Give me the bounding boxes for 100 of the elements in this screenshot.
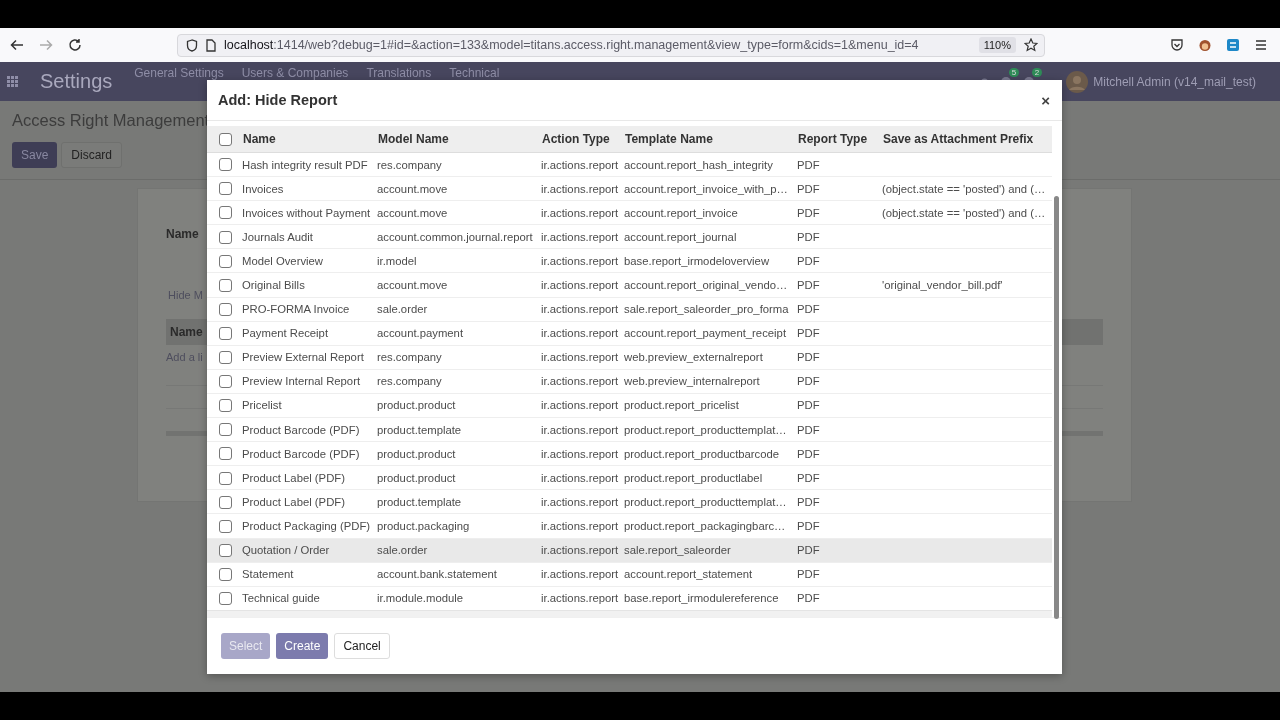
table-cell: PDF [797,592,820,605]
table-cell: account.move [377,279,448,291]
table-cell: product.product [377,471,456,484]
address-bar[interactable]: localhost:1414/web?debug=1#id=&action=133&model=titans.access.right.management&view_type=form&cids=1&menu_id=4 110% [177,33,1045,57]
table-cell: PDF [797,182,820,195]
table-row[interactable]: Product Label (PDF) product.product ir.actions.report product.report_productlabel PDF [207,465,1052,490]
table-row[interactable]: Pricelist product.product ir.actions.report product.report_pricelist PDF [207,393,1052,418]
table-row[interactable]: Preview External Report res.company ir.actions.report web.preview_externalreport PDF [207,345,1052,370]
table-cell: PDF [797,254,820,267]
table-cell: product.report_productlabel [624,471,763,484]
table-cell: Payment Receipt [242,327,329,340]
table-cell: Original Bills [242,279,305,291]
table-row[interactable]: Journals Audit account.common.journal.report ir.actions.report account.report_journal PDF [207,224,1052,249]
column-header[interactable]: Name [237,126,372,153]
table-cell: ir.actions.report [541,375,619,388]
table-cell: (object.state == 'posted') and (… [882,206,1046,219]
cancel-button[interactable]: Cancel [334,633,390,659]
column-header[interactable]: Template Name [619,126,792,153]
table-row[interactable]: Quotation / Order sale.order ir.actions.report sale.report_saleorder PDF [207,538,1052,563]
table-cell: PRO-FORMA Invoice [242,303,350,316]
table-cell: ir.actions.report [541,519,619,532]
discard-button[interactable]: Discard [61,142,123,168]
table-cell: product.product [377,447,456,460]
table-row[interactable]: Invoices account.move ir.actions.report account.report_invoice_with_p… PDF (object.state == 'posted') and (… [207,176,1052,201]
table-row[interactable]: Model Overview ir.model ir.actions.report base.report_irmodeloverview PDF [207,248,1052,273]
table-cell: product.report_packagingbarc… [624,519,786,532]
table-cell: ir.module.module [377,592,464,605]
zoom-level[interactable]: 110% [978,37,1016,53]
breadcrumb: Access Right Management [12,111,211,130]
table-row[interactable]: Product Label (PDF) product.template ir.actions.report product.report_producttemplat… PDF [207,489,1052,514]
table-cell: PDF [797,327,820,340]
table-cell: product.report_productbarcode [624,447,780,460]
table-cell: PDF [797,158,820,171]
table-cell: account.report_payment_receipt [624,327,787,340]
table-cell: product.template [377,423,462,436]
table-row[interactable]: PRO-FORMA Invoice sale.order ir.actions.report sale.report_saleorder_pro_forma PDF [207,297,1052,322]
table-cell: Invoices [242,182,284,195]
table-cell: PDF [797,423,820,436]
table-cell: PDF [797,399,820,412]
table-cell: base.report_irmodulereference [624,592,779,605]
table-row[interactable]: Technical guide ir.module.module ir.actions.report base.report_irmodulereference PDF [207,586,1052,610]
table-cell: Journals Audit [242,230,313,243]
close-button[interactable]: × [1039,91,1052,109]
table-row[interactable]: Statement account.bank.statement ir.actions.report account.report_statement PDF [207,562,1052,587]
table-cell: Preview External Report [242,351,364,364]
table-cell: ir.actions.report [541,182,619,195]
table-cell: ir.actions.report [541,158,619,171]
table-cell: Hash integrity result PDF [242,158,368,171]
table-cell: ir.actions.report [541,447,619,460]
table-cell: account.report_statement [624,568,753,581]
table-row[interactable]: Preview Internal Report res.company ir.actions.report web.preview_internalreport PDF [207,369,1052,394]
table-cell: Product Barcode (PDF) [242,447,360,460]
table-cell: PDF [797,471,820,484]
column-header[interactable]: Save as Attachment Prefix [877,126,1052,153]
table-cell: sale.report_saleorder [624,544,731,557]
table-cell: ir.actions.report [541,544,619,557]
table-row[interactable]: Product Packaging (PDF) product.packaging ir.actions.report product.report_packagingbarc… PDF [207,513,1052,538]
table-cell: ir.model [377,254,417,267]
table-cell: account.payment [377,327,464,340]
create-button[interactable]: Create [276,633,329,659]
table-cell: res.company [377,351,442,364]
table-row[interactable]: Invoices without Payment account.move ir.actions.report account.report_invoice PDF (object.state == 'posted') and (… [207,200,1052,225]
table-cell: PDF [797,447,820,460]
table-cell: account.report_hash_integrity [624,158,773,171]
field-label: Name [166,227,199,241]
column-header[interactable]: Action Type [536,126,619,153]
table-cell: ir.actions.report [541,230,619,243]
table-cell: account.bank.statement [377,568,497,581]
table-cell: base.report_irmodeloverview [624,254,770,267]
table-cell: PDF [797,279,820,291]
table-cell: account.report_journal [624,230,737,243]
table-cell: web.preview_externalreport [624,351,763,364]
table-cell: (object.state == 'posted') and (… [882,182,1046,195]
table-row[interactable]: Product Barcode (PDF) product.template ir.actions.report product.report_producttemplat… PDF [207,417,1052,442]
table-row[interactable]: Product Barcode (PDF) product.product ir.actions.report product.report_productbarcode PDF [207,441,1052,466]
table-row[interactable]: Original Bills account.move ir.actions.report account.report_original_vendo… PDF 'original_vendor_bill.pdf' [207,272,1052,298]
table-cell: Pricelist [242,399,282,412]
table-row[interactable]: Payment Receipt account.payment ir.actions.report account.report_payment_receipt PDF [207,321,1052,346]
url-text: localhost:1414/web?debug=1#id=&action=133&model=titans.access.right.management&view_type=form&cids=1&menu_id=4 [224,38,920,52]
table-cell: PDF [797,206,820,219]
table-cell: PDF [797,303,820,316]
table-cell: Product Barcode (PDF) [242,423,360,436]
table-cell: Statement [242,568,294,581]
table-cell: sale.report_saleorder_pro_forma [624,303,789,316]
column-header[interactable]: Report Type [792,126,877,153]
table-cell: sale.order [377,303,428,316]
user-name[interactable]: Mitchell Admin (v14_mail_test) [1093,74,1256,89]
table-row[interactable]: Hash integrity result PDF res.company ir.actions.report account.report_hash_integrity PDF [207,152,1052,177]
column-header[interactable]: Model Name [372,126,536,153]
table-cell: product.report_pricelist [624,399,739,412]
table-cell: 'original_vendor_bill.pdf' [882,279,1003,291]
app-title: Settings [40,70,113,93]
table-cell: res.company [377,375,442,388]
table-cell: product.template [377,495,462,508]
table-cell: product.report_producttemplat… [624,423,787,436]
table-cell: Quotation / Order [242,544,330,557]
table-cell: Product Label (PDF) [242,495,345,508]
table-cell: account.move [377,182,448,195]
table-cell: ir.actions.report [541,399,619,412]
table-cell: PDF [797,495,820,508]
